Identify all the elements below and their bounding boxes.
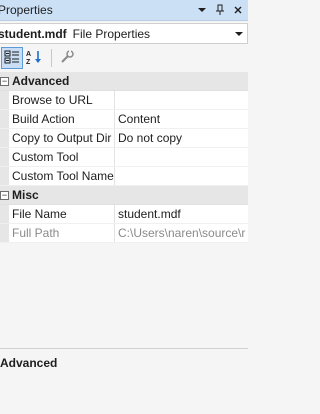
window-title: Properties [0, 3, 53, 17]
property-grid: − Advanced Browse to URL Build Action Co… [0, 72, 248, 243]
property-name: Build Action [9, 110, 115, 128]
collapse-icon[interactable]: − [0, 76, 9, 86]
description-title: Advanced [0, 356, 58, 370]
property-row-file-name[interactable]: File Name student.mdf [0, 205, 248, 224]
description-pane: Advanced [0, 348, 248, 414]
property-name: File Name [9, 205, 115, 223]
property-row-build-action[interactable]: Build Action Content [0, 110, 248, 129]
property-pages-button[interactable] [56, 47, 78, 69]
property-toolbar: A Z [0, 45, 248, 71]
pin-icon[interactable] [214, 3, 226, 17]
property-value[interactable] [115, 167, 248, 185]
property-row-custom-tool-name[interactable]: Custom Tool Name [0, 167, 248, 186]
dropdown-arrow-icon[interactable] [235, 27, 243, 43]
close-icon[interactable] [232, 3, 244, 17]
property-row-browse-to-url[interactable]: Browse to URL [0, 91, 248, 110]
property-row-full-path[interactable]: Full Path C:\Users\naren\source\r [0, 224, 248, 243]
property-value[interactable] [115, 148, 248, 166]
svg-text:A: A [26, 51, 31, 58]
toolbar-separator [51, 49, 52, 67]
property-value[interactable]: Do not copy [115, 129, 248, 147]
property-value[interactable]: C:\Users\naren\source\r [115, 224, 248, 242]
property-name: Full Path [9, 224, 115, 242]
category-misc[interactable]: − Misc [0, 186, 248, 205]
title-bar-icons [196, 3, 244, 17]
category-advanced[interactable]: − Advanced [0, 72, 248, 91]
property-row-copy-to-output-dir[interactable]: Copy to Output Dir Do not copy [0, 129, 248, 148]
property-value[interactable] [115, 91, 248, 109]
property-name: Copy to Output Dir [9, 129, 115, 147]
property-name: Browse to URL [9, 91, 115, 109]
property-row-custom-tool[interactable]: Custom Tool [0, 148, 248, 167]
property-value[interactable]: student.mdf [115, 205, 248, 223]
object-type: File Properties [72, 26, 151, 41]
alphabetical-button[interactable]: A Z [24, 47, 46, 69]
property-name: Custom Tool [9, 148, 115, 166]
categorized-button[interactable] [1, 47, 23, 69]
grid-empty-area [0, 243, 248, 346]
object-selector[interactable]: student.mdf File Properties [0, 23, 248, 44]
chevron-down-icon[interactable] [196, 3, 208, 17]
svg-text:Z: Z [26, 59, 31, 65]
property-value[interactable]: Content [115, 110, 248, 128]
collapse-icon[interactable]: − [0, 190, 9, 200]
categorized-icon [4, 49, 20, 68]
category-label: Misc [12, 188, 39, 202]
property-pages-icon [59, 49, 75, 68]
object-name: student.mdf [0, 26, 67, 41]
property-name: Custom Tool Name [9, 167, 115, 185]
alphabetical-icon: A Z [26, 49, 44, 68]
title-bar: Properties [0, 0, 248, 21]
category-label: Advanced [12, 74, 70, 88]
